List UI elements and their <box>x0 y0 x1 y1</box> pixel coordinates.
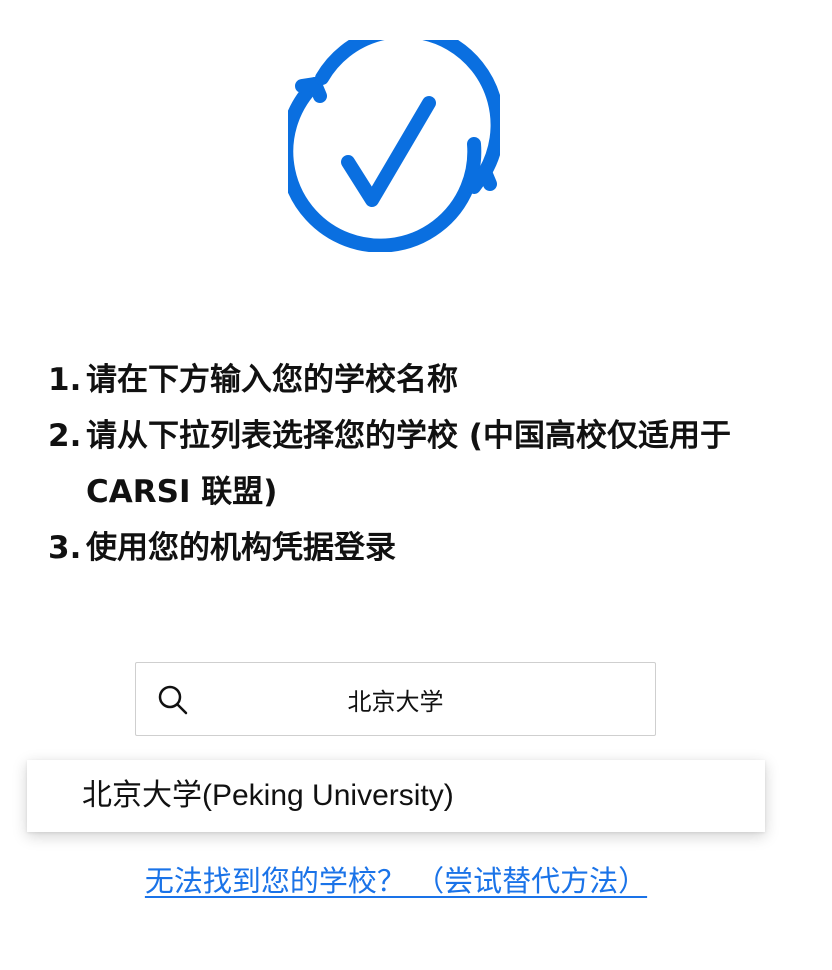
search-icon <box>158 685 188 715</box>
instruction-text: 请在下方输入您的学校名称 <box>86 362 458 398</box>
school-search-input[interactable] <box>136 663 655 735</box>
instruction-number: 3. <box>48 530 82 566</box>
instruction-list: 1. 请在下方输入您的学校名称 2. 请从下拉列表选择您的学校 (中国高校仅适用… <box>48 352 788 576</box>
instruction-text: 请从下拉列表选择您的学校 (中国高校仅适用于 CARSI 联盟) <box>86 418 731 510</box>
instruction-number: 2. <box>48 418 82 454</box>
dropdown-option-peking-university[interactable]: 北京大学(Peking University) <box>82 760 454 832</box>
instruction-item: 2. 请从下拉列表选择您的学校 (中国高校仅适用于 CARSI 联盟) <box>48 408 788 520</box>
instruction-text: 使用您的机构凭据登录 <box>86 530 396 566</box>
instruction-item: 3. 使用您的机构凭据登录 <box>48 520 788 576</box>
alternative-method-link[interactable]: 无法找到您的学校？ （尝试替代方法） <box>0 858 792 900</box>
circular-check-icon <box>288 40 500 252</box>
instruction-item: 1. 请在下方输入您的学校名称 <box>48 352 788 408</box>
school-dropdown: 北京大学(Peking University) <box>27 760 765 832</box>
school-search-box[interactable] <box>135 662 656 736</box>
instruction-number: 1. <box>48 362 82 398</box>
